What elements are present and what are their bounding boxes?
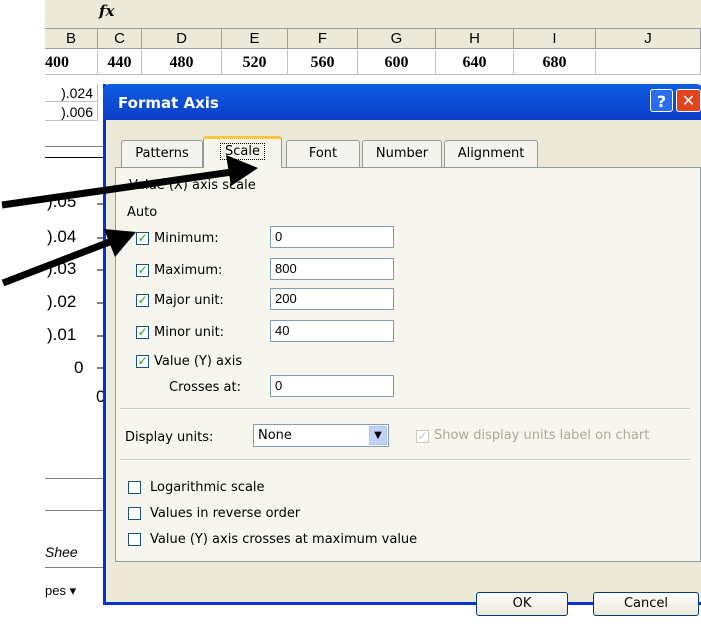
arrow-icon [1,229,136,287]
arrow-icon [1,155,258,209]
annotation-arrows [1,155,258,287]
